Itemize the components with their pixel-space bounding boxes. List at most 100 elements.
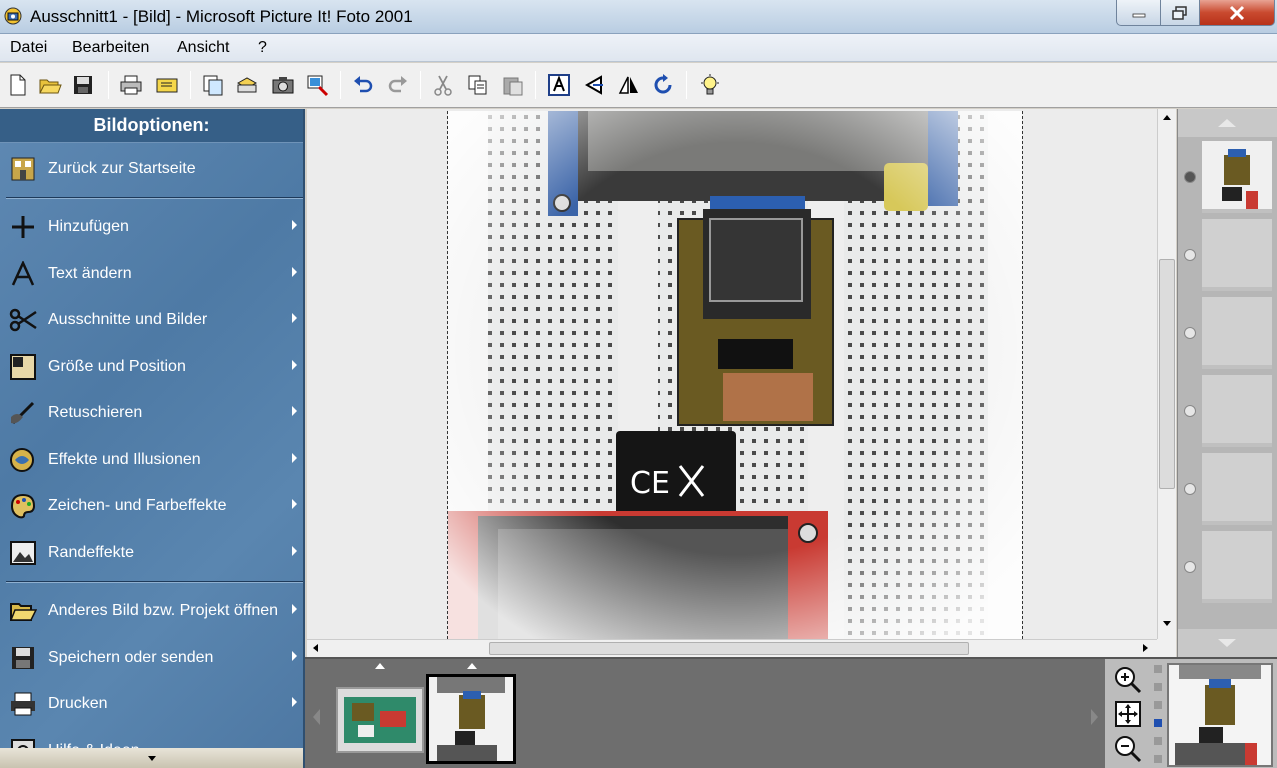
scroll-left-icon[interactable]	[313, 644, 318, 652]
text-frame-button[interactable]	[546, 72, 572, 98]
scroll-corner	[1157, 639, 1176, 657]
menu-bearbeiten[interactable]: Bearbeiten	[72, 39, 149, 57]
chevron-up-icon	[1218, 119, 1236, 127]
sidebar-item-retouch[interactable]: Retuschieren	[0, 393, 303, 433]
scan-button[interactable]	[234, 72, 260, 98]
scroll-up-icon[interactable]	[1163, 115, 1171, 120]
page-radio[interactable]	[1184, 483, 1196, 495]
sidebar-scroll-down-button[interactable]	[0, 748, 303, 768]
zoom-level-marker[interactable]	[1154, 755, 1162, 763]
page-thumbnail-empty[interactable]	[1202, 375, 1272, 447]
paste-button[interactable]	[500, 72, 526, 98]
hint-button[interactable]	[697, 72, 723, 98]
paste-icon	[503, 77, 523, 96]
flip-button[interactable]	[616, 72, 642, 98]
save-toolbar-button[interactable]	[70, 72, 96, 98]
page-thumbnail-empty[interactable]	[1202, 219, 1272, 291]
vertical-scrollbar[interactable]	[1157, 109, 1176, 639]
menu-datei[interactable]: Datei	[10, 39, 47, 57]
page-radio[interactable]	[1184, 249, 1196, 261]
toolbar-separator	[535, 71, 536, 99]
camera-icon	[272, 77, 294, 94]
horizontal-scroll-thumb[interactable]	[489, 642, 969, 655]
crop-tool-icon	[307, 75, 329, 97]
zoom-out-icon	[1115, 736, 1142, 763]
submenu-arrow-icon	[292, 360, 297, 370]
sidebar-heading: Bildoptionen:	[0, 109, 303, 143]
page-thumbnail-empty[interactable]	[1202, 453, 1272, 525]
zoom-scale-button[interactable]	[582, 72, 608, 98]
sidebar-item-effects[interactable]: Effekte und Illusionen	[0, 440, 303, 480]
sidebar-item-print[interactable]: Drucken	[0, 684, 303, 724]
crop-tool-button[interactable]	[304, 72, 330, 98]
sidebar-item-home[interactable]: Zurück zur Startseite	[0, 149, 303, 189]
photo-image: CE	[448, 111, 1022, 639]
filmstrip-marker-icon	[467, 663, 477, 669]
cut-button[interactable]	[430, 72, 456, 98]
filmstrip-right-icon[interactable]	[1091, 709, 1098, 725]
close-icon	[1229, 5, 1245, 20]
sidebar-item-border[interactable]: Randeffekte	[0, 533, 303, 573]
zoom-level-marker[interactable]	[1154, 683, 1162, 691]
page-thumbnail-active[interactable]	[1202, 141, 1272, 213]
redo-button[interactable]	[385, 72, 411, 98]
page-thumbnail-empty[interactable]	[1202, 531, 1272, 603]
zoom-in-button[interactable]	[1111, 665, 1145, 695]
restore-button[interactable]	[1160, 0, 1200, 26]
rotate-button[interactable]	[650, 72, 676, 98]
toolbar-separator	[420, 71, 421, 99]
copy-page-button[interactable]	[200, 72, 226, 98]
scroll-down-icon[interactable]	[1163, 621, 1171, 626]
new-button[interactable]	[5, 72, 31, 98]
print-icon	[120, 75, 142, 95]
open-button[interactable]	[37, 72, 63, 98]
print-toolbar-button[interactable]	[118, 72, 144, 98]
open-icon	[39, 79, 62, 94]
undo-button[interactable]	[350, 72, 376, 98]
sidebar-item-paint[interactable]: Zeichen- und Farbeffekte	[0, 486, 303, 526]
menu-help[interactable]: ?	[258, 39, 267, 57]
page-radio[interactable]	[1184, 405, 1196, 417]
save-icon	[8, 643, 38, 673]
close-button[interactable]	[1199, 0, 1275, 26]
rotate-icon	[654, 74, 672, 94]
sidebar-item-cutouts[interactable]: Ausschnitte und Bilder	[0, 300, 303, 340]
zoom-level-marker[interactable]	[1154, 701, 1162, 709]
sidebar-item-size[interactable]: Größe und Position	[0, 347, 303, 387]
sidebar-item-text[interactable]: Text ändern	[0, 254, 303, 294]
copy-button[interactable]	[465, 72, 491, 98]
paint-icon	[8, 491, 38, 521]
page-radio[interactable]	[1184, 327, 1196, 339]
sidebar-item-add[interactable]: Hinzufügen	[0, 207, 303, 247]
copy-page-icon	[203, 75, 223, 96]
camera-button[interactable]	[270, 72, 296, 98]
menu-ansicht[interactable]: Ansicht	[177, 39, 229, 57]
page-strip-up-button[interactable]	[1178, 109, 1277, 137]
horizontal-scrollbar[interactable]	[307, 639, 1157, 657]
submenu-arrow-icon	[292, 313, 297, 323]
fit-to-window-button[interactable]	[1111, 699, 1145, 729]
canvas-area[interactable]: CE	[307, 109, 1157, 639]
sidebar-item-open[interactable]: Anderes Bild bzw. Projekt öffnen	[0, 591, 303, 631]
filmstrip-left-icon[interactable]	[313, 709, 320, 725]
scroll-right-icon[interactable]	[1143, 644, 1148, 652]
sidebar-item-label: Drucken	[48, 695, 108, 712]
filmstrip-thumbnail-crop[interactable]	[426, 674, 516, 764]
zoom-out-button[interactable]	[1111, 734, 1145, 764]
filmstrip-thumbnail-board[interactable]	[336, 687, 424, 753]
page-thumbnail-empty[interactable]	[1202, 297, 1272, 369]
zoom-level-marker[interactable]	[1154, 665, 1162, 673]
vertical-scroll-thumb[interactable]	[1159, 259, 1175, 489]
navigator-preview[interactable]	[1167, 663, 1273, 767]
page-strip-down-button[interactable]	[1178, 629, 1277, 657]
sidebar-item-save[interactable]: Speichern oder senden	[0, 638, 303, 678]
page-radio-selected[interactable]	[1184, 171, 1196, 183]
fit-icon	[1115, 701, 1141, 727]
zoom-level-marker-active[interactable]	[1154, 719, 1162, 727]
zoom-level-marker[interactable]	[1154, 737, 1162, 745]
card-button[interactable]	[154, 72, 180, 98]
photo-canvas[interactable]: CE	[447, 111, 1023, 639]
scissors-icon	[8, 305, 38, 335]
page-radio[interactable]	[1184, 561, 1196, 573]
minimize-button[interactable]	[1116, 0, 1161, 26]
